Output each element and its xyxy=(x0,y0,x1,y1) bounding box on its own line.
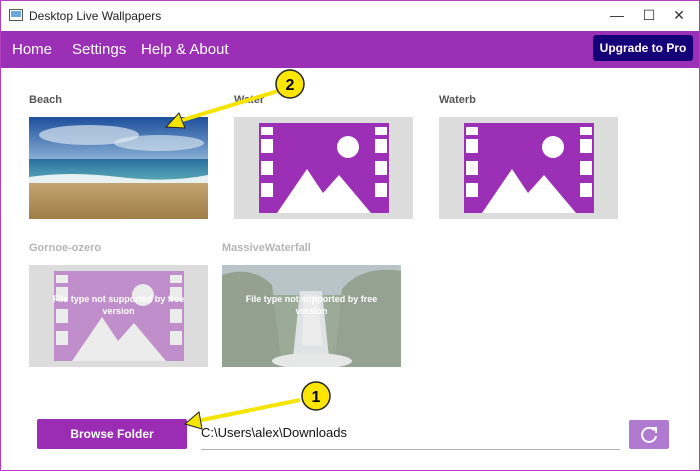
arrow-1-head xyxy=(183,411,203,430)
arrow-2-head xyxy=(164,112,186,129)
arrow-2 xyxy=(175,89,279,124)
badge-2-label: 2 xyxy=(286,77,295,94)
badge-1-label: 1 xyxy=(312,389,321,406)
app-window: Desktop Live Wallpapers — ☐ ✕ Home Setti… xyxy=(0,0,700,471)
annotation-layer: 2 1 xyxy=(164,69,331,430)
arrow-1 xyxy=(196,398,301,423)
